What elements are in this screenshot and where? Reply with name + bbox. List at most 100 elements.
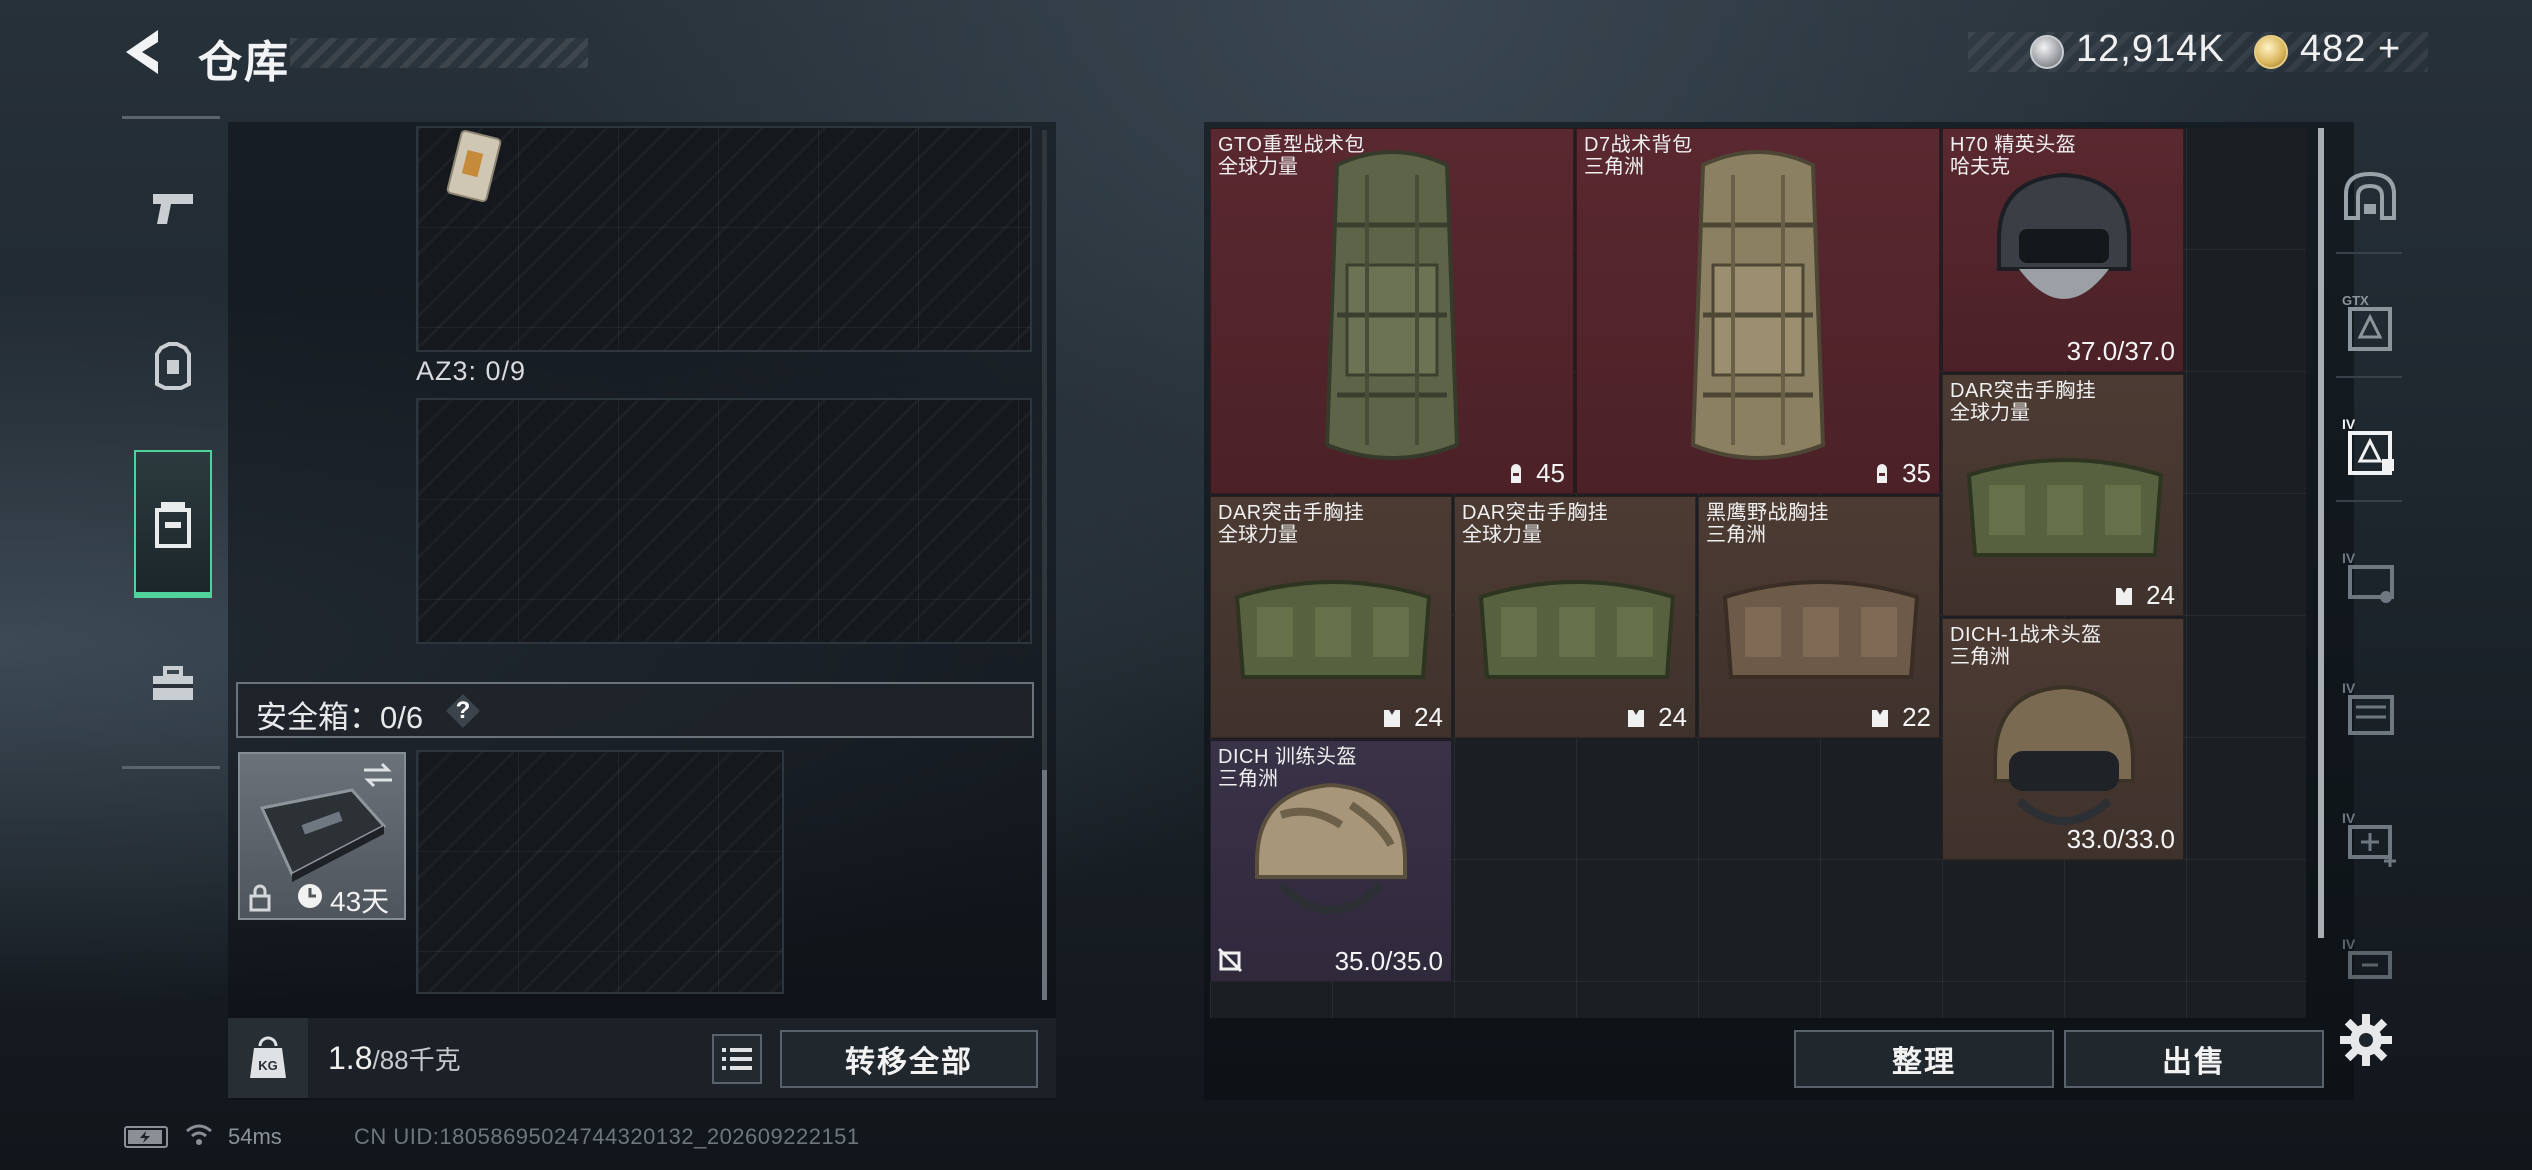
item-name: DAR突击手胸挂 [1950, 380, 2097, 402]
vest-capacity-icon [1628, 710, 1644, 727]
pistol-icon [153, 194, 193, 224]
svg-text:IV: IV [2342, 416, 2356, 432]
weight-current: 1.8 [328, 1040, 373, 1076]
item-name: DAR突击手胸挂 [1218, 502, 1365, 524]
category-backpacks[interactable] [134, 450, 212, 598]
sell-button[interactable]: 出售 [2064, 1030, 2324, 1088]
item-faction: 三角洲 [1584, 156, 1644, 178]
gear-icon[interactable] [2336, 1010, 2396, 1070]
item-faction: 哈夫克 [1950, 156, 2010, 178]
ping-readout: 54ms [228, 1124, 282, 1149]
d7-backpack-image [1690, 150, 1826, 460]
stash-item-dich1-helmet[interactable]: DICH-1战术头盔 三角洲 33.0/33.0 [1942, 618, 2184, 860]
item-capacity: 24 [1658, 702, 1687, 732]
lock-icon [249, 884, 271, 912]
dar-vest-image [1966, 458, 2164, 557]
title-decoration [290, 38, 588, 68]
item-capacity: 24 [1414, 702, 1443, 732]
stash-item-blackhawk-vest[interactable]: 黑鹰野战胸挂 三角洲 22 [1698, 496, 1940, 738]
dich-training-helmet-image [1255, 782, 1407, 914]
user-uid: CN UID:18058695024744320132_202609222151 [354, 1124, 860, 1149]
category-armor[interactable] [134, 306, 212, 426]
kg-weight-icon: KG [250, 1036, 286, 1078]
safe-box-days-left: 43天 [330, 886, 390, 917]
stash-tab-iv-3-icon: IV [2342, 680, 2394, 735]
add-currency-icon[interactable]: + [2378, 28, 2401, 70]
stash-tab-iv-add-icon: IV [2342, 810, 2396, 867]
list-view-button[interactable] [712, 1034, 762, 1084]
stash-item-h70-helmet[interactable]: H70 精英头盔 哈夫克 37.0/37.0 [1942, 128, 2184, 372]
stash-tab-iv-4[interactable]: IV [2332, 920, 2408, 1000]
stash-item-gto-backpack[interactable]: GTO重型战术包 全球力量 45 [1210, 128, 1574, 494]
back-arrow-icon[interactable] [118, 26, 166, 78]
stash-item-d7-backpack[interactable]: D7战术背包 三角洲 35 [1576, 128, 1940, 494]
category-weapons[interactable] [134, 148, 212, 268]
az3-container-grid[interactable] [416, 398, 1032, 644]
category-toolbox[interactable] [134, 624, 212, 744]
item-durability: 35.0/35.0 [1334, 946, 1443, 976]
stash-tab-iv-active[interactable]: IV [2332, 406, 2408, 486]
stash-tab-iv-3[interactable]: IV [2332, 670, 2408, 750]
gold-currency-value: 482 [2300, 28, 2367, 70]
stash-item-dich-training-helmet[interactable]: DICH 训练头盔 三角洲 35.0/35.0 [1210, 740, 1452, 982]
svg-text:IV: IV [2342, 936, 2356, 952]
blackhawk-vest-image [1722, 580, 1920, 679]
no-insure-icon [1217, 947, 1243, 973]
page-title: 仓库 [198, 38, 290, 87]
gold-currency-group[interactable]: 482 + [2300, 28, 2401, 71]
svg-text:GTX: GTX [2342, 293, 2369, 308]
item-capacity: 35 [1902, 458, 1931, 488]
item-faction: 全球力量 [1218, 156, 1298, 178]
item-faction: 全球力量 [1462, 524, 1542, 546]
svg-text:IV: IV [2342, 810, 2356, 826]
stash-scrollbar[interactable] [2318, 128, 2324, 938]
stash-item-dar-vest[interactable]: DAR突击手胸挂 全球力量 24 [1454, 496, 1696, 738]
backpack-capacity-icon [1877, 464, 1887, 483]
weight-max: /88千克 [372, 1045, 461, 1075]
rail-separator [2336, 500, 2402, 502]
stash-tab-iv-active-icon: IV [2342, 416, 2394, 475]
stash-tab-all[interactable] [2332, 156, 2408, 236]
safe-case-icon [259, 788, 387, 882]
silver-coin-icon [2030, 35, 2064, 69]
backpack-capacity-icon [1511, 464, 1521, 483]
sort-button[interactable]: 整理 [1794, 1030, 2054, 1088]
item-capacity: 24 [2146, 580, 2175, 610]
stash-tab-iv-add[interactable]: IV [2332, 800, 2408, 880]
item-durability: 33.0/33.0 [2066, 824, 2175, 854]
vest-capacity-icon [1872, 710, 1888, 727]
item-capacity: 22 [1902, 702, 1931, 732]
stash-tab-gtx[interactable]: GTX [2332, 282, 2408, 362]
left-scrollbar-thumb[interactable] [1042, 770, 1047, 1000]
rail-divider-bottom [122, 766, 220, 769]
item-faction: 全球力量 [1218, 524, 1298, 546]
swap-icon[interactable] [362, 762, 394, 788]
card-item-icon[interactable] [440, 128, 514, 208]
safe-box-grid[interactable] [416, 750, 784, 994]
h70-helmet-image [1997, 172, 2131, 299]
item-name: GTO重型战术包 [1218, 134, 1365, 156]
item-faction: 全球力量 [1950, 402, 2030, 424]
dar-vest-image [1478, 580, 1676, 679]
vest-capacity-icon [2116, 588, 2132, 605]
item-name: DAR突击手胸挂 [1462, 502, 1609, 524]
stash-item-dar-vest[interactable]: DAR突击手胸挂 全球力量 24 [1942, 374, 2184, 616]
stash-tab-iv-2[interactable]: IV [2332, 540, 2408, 620]
backpack-icon [155, 502, 191, 548]
item-name: H70 精英头盔 [1950, 134, 2077, 156]
item-name: DICH 训练头盔 [1218, 746, 1357, 768]
stash-tab-iv-4-icon: IV [2342, 936, 2392, 979]
safe-box-label: 安全箱：0/6 [256, 700, 424, 735]
silver-currency-value: 12,914K [2076, 28, 2225, 70]
item-capacity: 45 [1536, 458, 1565, 488]
svg-text:KG: KG [258, 1058, 278, 1073]
svg-text:IV: IV [2342, 680, 2356, 696]
weight-button[interactable]: KG [228, 1018, 308, 1098]
toolbox-icon [153, 666, 193, 700]
az3-capacity-label: AZ3: 0/9 [416, 356, 527, 386]
item-name: DICH-1战术头盔 [1950, 624, 2102, 646]
transfer-all-button[interactable]: 转移全部 [780, 1030, 1038, 1088]
clock-icon [298, 884, 322, 908]
rail-separator [2336, 252, 2402, 254]
stash-item-dar-vest[interactable]: DAR突击手胸挂 全球力量 24 [1210, 496, 1452, 738]
